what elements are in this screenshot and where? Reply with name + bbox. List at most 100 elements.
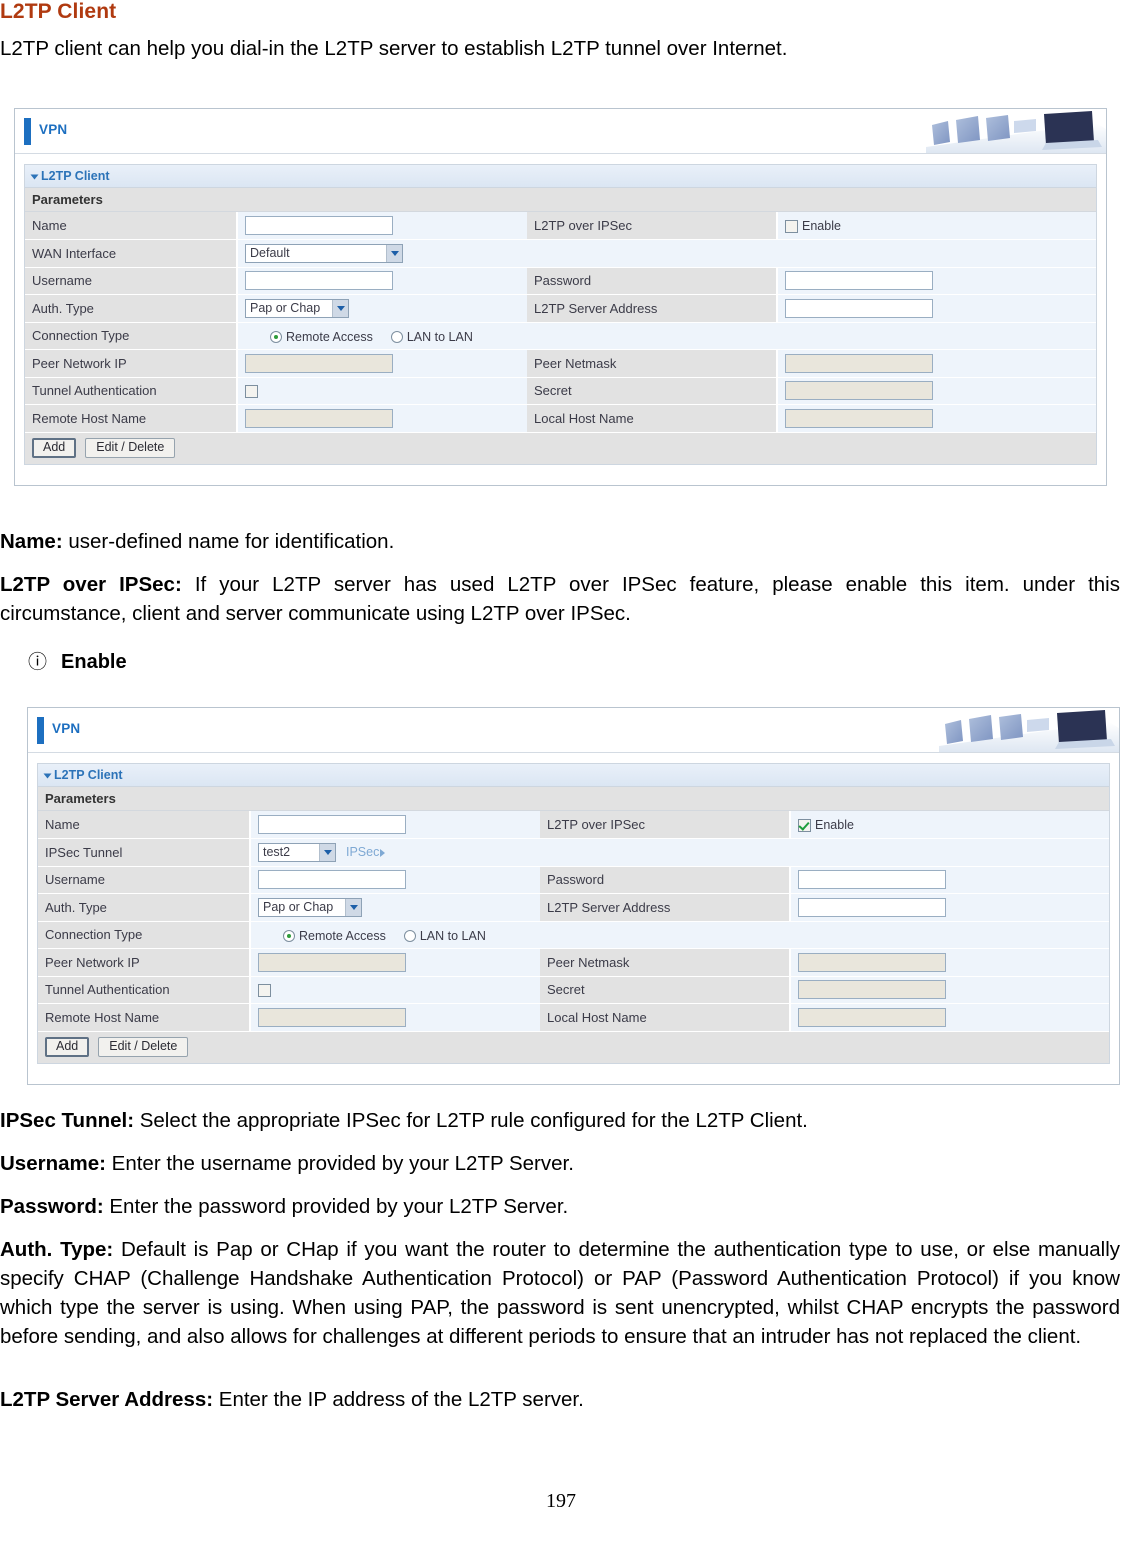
info-circle-icon: ⓘ	[28, 652, 48, 673]
l2tp-server-address-input[interactable]	[798, 897, 946, 917]
parameters-header-two: Parameters	[38, 787, 1109, 811]
add-button[interactable]: Add	[32, 437, 77, 459]
collapse-triangle-icon[interactable]	[30, 174, 39, 180]
cell-blank-1	[777, 239, 1096, 268]
cell-secret	[790, 976, 1109, 1004]
l2tp-over-ipsec-enable-label: Enable	[802, 219, 841, 234]
l2tp-form-two: Name L2TP over IPSec Enable IPSec Tunnel	[38, 811, 1109, 1032]
l2tp-over-ipsec-checkbox[interactable]	[785, 219, 798, 233]
tunnel-authentication-checkbox[interactable]	[245, 385, 258, 399]
vpn-title-one: VPN	[39, 122, 68, 137]
enable-bullet: ⓘ Enable	[28, 651, 127, 674]
name-input[interactable]	[245, 216, 393, 235]
l2tp-over-ipsec-enable-label: Enable	[815, 818, 854, 833]
chevron-down-icon[interactable]	[319, 843, 335, 861]
label-wan-interface: WAN Interface	[25, 239, 238, 268]
label-peer-network-ip: Peer Network IP	[25, 349, 238, 378]
cell-local-host-name	[790, 1003, 1109, 1032]
vpn-screenshot-one: VPN L2TP Client Parameters Name L2TP ove…	[14, 108, 1107, 486]
label-l2tp-over-ipsec: L2TP over IPSec	[527, 212, 778, 240]
username-term: Username:	[0, 1152, 106, 1175]
username-input[interactable]	[245, 271, 393, 291]
secret-input[interactable]	[785, 381, 933, 401]
connection-type-lan-radio[interactable]	[390, 330, 403, 343]
peer-network-ip-input[interactable]	[245, 353, 393, 373]
cell-secret	[777, 377, 1096, 405]
l2tp-server-address-input[interactable]	[785, 298, 933, 318]
remote-host-name-input[interactable]	[245, 408, 393, 428]
password-description: Password: Enter the password provided by…	[0, 1192, 1120, 1221]
l2tp-server-address-text: Enter the IP address of the L2TP server.	[213, 1388, 584, 1411]
connection-type-lan-label: LAN to LAN	[406, 329, 473, 344]
collapse-triangle-icon[interactable]	[43, 773, 52, 779]
name-text: user-defined name for identification.	[62, 530, 395, 553]
peer-netmask-input[interactable]	[785, 353, 933, 373]
cell-password-input	[777, 267, 1096, 295]
tunnel-authentication-checkbox[interactable]	[258, 984, 271, 998]
chevron-down-icon[interactable]	[345, 898, 361, 916]
vpn-screenshot-two: VPN L2TP Client Parameters Name L2TP ove…	[27, 707, 1120, 1085]
section-header-two[interactable]: L2TP Client	[38, 764, 1109, 787]
add-button[interactable]: Add	[45, 1036, 90, 1058]
row-connection-type: Connection Type Remote Access LAN to LAN	[38, 921, 1109, 949]
connection-type-lan-label: LAN to LAN	[419, 928, 486, 943]
local-host-name-input[interactable]	[798, 1007, 946, 1027]
button-bar-two: Add Edit / Delete	[38, 1031, 1109, 1064]
connection-type-remote-radio[interactable]	[270, 330, 282, 343]
document-page: L2TP Client L2TP client can help you dia…	[0, 0, 1122, 1541]
ipsec-tunnel-select[interactable]: test2	[258, 842, 336, 862]
wan-interface-select[interactable]: Default	[245, 243, 403, 263]
connection-type-remote-radio[interactable]	[283, 929, 295, 942]
cell-name-input	[250, 811, 540, 839]
ipsec-tunnel-term: IPSec Tunnel:	[0, 1109, 135, 1132]
remote-host-name-input[interactable]	[258, 1007, 406, 1027]
label-connection-type: Connection Type	[25, 322, 238, 350]
cell-connection-type: Remote Access LAN to LAN	[250, 921, 1109, 949]
row-username: Username Password	[38, 866, 1109, 894]
cell-tunnel-authentication	[250, 976, 540, 1004]
connection-type-lan-radio[interactable]	[403, 929, 416, 942]
password-term: Password:	[0, 1195, 104, 1218]
password-input[interactable]	[785, 271, 933, 291]
peer-network-ip-input[interactable]	[258, 952, 406, 972]
ipsec-tunnel-description: IPSec Tunnel: Select the appropriate IPS…	[0, 1106, 1120, 1135]
secret-input[interactable]	[798, 980, 946, 1000]
local-host-name-input[interactable]	[785, 408, 933, 428]
label-password: Password	[527, 267, 778, 295]
cell-connection-type: Remote Access LAN to LAN	[237, 322, 1096, 350]
username-description: Username: Enter the username provided by…	[0, 1149, 1120, 1178]
page-number: 197	[546, 1490, 576, 1512]
chevron-down-icon[interactable]	[386, 244, 402, 262]
cell-l2tp-over-ipsec: Enable	[777, 212, 1096, 240]
auth-type-select[interactable]: Pap or Chap	[245, 298, 349, 318]
l2tp-over-ipsec-checkbox[interactable]	[798, 818, 811, 832]
username-input[interactable]	[258, 870, 406, 890]
label-username: Username	[38, 866, 251, 894]
parameters-label-one: Parameters	[32, 192, 103, 207]
label-peer-netmask: Peer Netmask	[527, 349, 778, 378]
ipsec-link[interactable]: IPSec	[346, 845, 386, 859]
cell-tunnel-authentication	[237, 377, 527, 405]
connection-type-remote-label: Remote Access	[299, 928, 386, 943]
ipsec-tunnel-text: Select the appropriate IPSec for L2TP ru…	[134, 1109, 808, 1132]
password-input[interactable]	[798, 870, 946, 890]
chevron-down-icon[interactable]	[332, 299, 348, 317]
label-auth-type: Auth. Type	[25, 294, 238, 323]
edit-delete-button[interactable]: Edit / Delete	[85, 437, 176, 459]
cell-wan-interface: Default	[237, 239, 527, 268]
edit-delete-button[interactable]: Edit / Delete	[98, 1036, 189, 1058]
l2tp-server-address-term: L2TP Server Address:	[0, 1388, 214, 1411]
name-input[interactable]	[258, 815, 406, 834]
label-local-host-name: Local Host Name	[540, 1003, 791, 1032]
auth-type-select[interactable]: Pap or Chap	[258, 897, 362, 917]
parameters-header-one: Parameters	[25, 188, 1096, 212]
row-auth-type: Auth. Type Pap or Chap L2TP Server Addre…	[25, 294, 1096, 323]
vpn-header-two: VPN	[28, 708, 1119, 753]
cell-remote-host-name	[250, 1003, 540, 1032]
header-computers-image	[886, 109, 1106, 153]
auth-type-description: Auth. Type: Default is Pap or CHap if yo…	[0, 1235, 1120, 1351]
peer-netmask-input[interactable]	[798, 952, 946, 972]
vpn-title-two: VPN	[52, 721, 81, 736]
section-header-one[interactable]: L2TP Client	[25, 165, 1096, 188]
cell-blank-1	[790, 838, 1109, 867]
